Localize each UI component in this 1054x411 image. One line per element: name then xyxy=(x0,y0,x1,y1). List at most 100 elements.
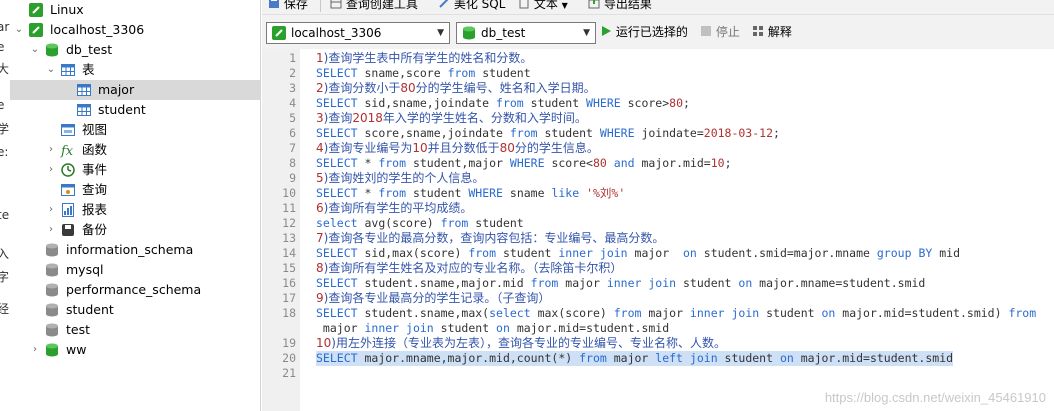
sidebar-item-label: mysql xyxy=(66,262,104,277)
sidebar-item-label: performance_schema xyxy=(66,282,202,297)
sidebar-item-performance_schema[interactable]: performance_schema xyxy=(10,280,260,300)
database-icon xyxy=(44,302,60,318)
report-icon xyxy=(60,202,76,218)
line-number: 18 xyxy=(282,306,296,320)
chevron-down-icon[interactable]: ⌄ xyxy=(46,60,56,80)
sql-code-line[interactable]: SELECT * from student,major WHERE score<… xyxy=(316,156,732,171)
save-button[interactable]: 保存 xyxy=(268,0,308,12)
database-value: db_test xyxy=(481,26,526,40)
beautify-sql-button[interactable]: 美化 SQL xyxy=(438,0,505,12)
explain-label: 解释 xyxy=(767,25,792,39)
svg-text:fx: fx xyxy=(60,144,74,158)
sql-code-line[interactable]: select avg(score) from student xyxy=(316,216,524,231)
database-icon xyxy=(44,342,60,358)
text-dropdown-button[interactable]: 文本 ▼ xyxy=(518,0,568,12)
sidebar-item-label: 查询 xyxy=(82,182,108,197)
database-icon xyxy=(463,26,475,40)
toolbar-separator xyxy=(320,0,321,12)
background-text-fragment: 大 xyxy=(0,62,10,76)
sidebar-item-student[interactable]: student xyxy=(10,100,260,120)
chevron-down-icon: ▼ xyxy=(583,28,590,38)
background-text-fragment: e xyxy=(0,98,5,112)
explain-button[interactable]: 解释 xyxy=(752,24,792,40)
chevron-right-icon[interactable]: › xyxy=(46,160,56,180)
chevron-down-icon[interactable]: ⌄ xyxy=(30,40,40,60)
table-icon xyxy=(76,82,92,98)
query-builder-button[interactable]: 查询创建工具 xyxy=(330,0,418,12)
event-icon xyxy=(60,162,76,178)
comment-line[interactable]: 6)查询所有学生的平均成绩。 xyxy=(316,201,472,216)
background-text-fragment: e: xyxy=(0,145,9,159)
sql-code-line[interactable]: SELECT sid,max(score) from student inner… xyxy=(316,246,960,261)
chevron-right-icon[interactable]: › xyxy=(46,220,56,240)
watermark: https://blog.csdn.net/weixin_45461910 xyxy=(824,390,1046,405)
sidebar-item-label: information_schema xyxy=(66,242,194,257)
text-icon xyxy=(519,0,529,9)
sidebar-item-student[interactable]: student xyxy=(10,300,260,320)
chevron-right-icon[interactable]: › xyxy=(46,200,56,220)
sql-code-line[interactable]: SELECT student.sname,max(select max(scor… xyxy=(316,306,1036,321)
sidebar-item-db_test[interactable]: ⌄ db_test xyxy=(10,40,260,60)
sidebar-item-label: db_test xyxy=(66,42,113,57)
export-icon xyxy=(588,0,600,9)
comment-line[interactable]: 4)查询专业编号为10并且分数低于80分的学生信息。 xyxy=(316,141,599,156)
line-number-gutter: 1 2 3 4 5 6 7 8 9 10 11 12 13 14 15 16 17 18 19 20 21 xyxy=(262,49,300,411)
sidebar-item-major[interactable]: major xyxy=(10,80,260,100)
sidebar-item-item11[interactable]: › 备份 xyxy=(10,220,260,240)
sidebar-item-label: 报表 xyxy=(82,202,108,217)
line-number: 2 xyxy=(289,66,296,80)
comment-line[interactable]: 3)查询2018年入学的学生姓名、分数和入学时间。 xyxy=(316,111,587,126)
line-number: 4 xyxy=(289,96,296,110)
text-label: 文本 xyxy=(533,0,558,11)
sql-code-line[interactable]: SELECT major.mname,major.mid,count(*) fr… xyxy=(316,351,954,366)
sql-code-line[interactable]: major inner join student on major.mid=st… xyxy=(316,321,669,336)
line-number xyxy=(262,321,296,336)
sql-code-line[interactable]: SELECT sname,score from student xyxy=(316,66,531,81)
comment-line[interactable]: 10)用左外连接（专业表为左表），查询各专业的专业编号、专业名称、人数。 xyxy=(316,336,726,351)
line-number: 21 xyxy=(282,366,296,380)
save-icon xyxy=(269,0,279,8)
connection-select[interactable]: localhost_3306 ▼ xyxy=(266,22,450,44)
sql-code-line[interactable]: SELECT sid,sname,joindate from student W… xyxy=(316,96,690,111)
stop-button[interactable]: 停止 xyxy=(700,24,740,40)
comment-line[interactable]: 5)查询姓刘的学生的个人信息。 xyxy=(316,171,484,186)
query-icon xyxy=(60,182,76,198)
chevron-down-icon[interactable]: ⌄ xyxy=(14,20,24,40)
comment-line[interactable]: 1)查询学生表中所有学生的姓名和分数。 xyxy=(316,51,532,66)
sidebar-item-mysql[interactable]: mysql xyxy=(10,260,260,280)
play-icon xyxy=(602,26,611,36)
sidebar-item-information_schema[interactable]: information_schema xyxy=(10,240,260,260)
sidebar-item-item10[interactable]: › 报表 xyxy=(10,200,260,220)
database-select[interactable]: db_test ▼ xyxy=(456,22,596,44)
save-label: 保存 xyxy=(283,0,308,11)
line-number: 7 xyxy=(289,141,296,155)
database-icon xyxy=(44,262,60,278)
sidebar-item-label: 表 xyxy=(82,62,95,77)
sql-editor[interactable]: 1 2 3 4 5 6 7 8 9 10 11 12 13 14 15 16 17 18 19 20 21 1)查询学生… xyxy=(262,49,1054,411)
sql-code-line[interactable]: SELECT * from student WHERE sname like '… xyxy=(316,186,625,201)
database-icon xyxy=(44,42,60,58)
sidebar-item-item9[interactable]: 查询 xyxy=(10,180,260,200)
sidebar-item-localhost_3306[interactable]: ⌄ localhost_3306 xyxy=(10,20,260,40)
export-results-button[interactable]: 导出结果 xyxy=(588,0,652,12)
sidebar-item-item6[interactable]: 视图 xyxy=(10,120,260,140)
line-number: 8 xyxy=(289,156,296,170)
run-selected-button[interactable]: 运行已选择的 xyxy=(600,24,688,40)
comment-line[interactable]: 9)查询各专业最高分的学生记录。（子查询） xyxy=(316,291,550,306)
chevron-right-icon[interactable]: › xyxy=(46,140,56,160)
sidebar-item-item8[interactable]: › 事件 xyxy=(10,160,260,180)
sidebar-item-test[interactable]: test xyxy=(10,320,260,340)
chevron-right-icon[interactable]: › xyxy=(30,340,40,360)
comment-line[interactable]: 7)查询各专业的最高分数，查询内容包括：专业编号、最高分数。 xyxy=(316,231,664,246)
sidebar-item-item7[interactable]: › fx 函数 xyxy=(10,140,260,160)
sidebar-item-Linux[interactable]: Linux xyxy=(10,0,260,20)
sql-code-line[interactable]: SELECT student.sname,major.mid from majo… xyxy=(316,276,925,291)
sidebar-item-item3[interactable]: ⌄ 表 xyxy=(10,60,260,80)
connection-value: localhost_3306 xyxy=(291,26,382,40)
table-icon xyxy=(76,102,92,118)
sidebar-item-ww[interactable]: › ww xyxy=(10,340,260,360)
comment-line[interactable]: 2)查询分数小于80分的学生编号、姓名和入学日期。 xyxy=(316,81,596,96)
sql-code-line[interactable]: SELECT score,sname,joindate from student… xyxy=(316,126,780,141)
database-icon xyxy=(44,282,60,298)
comment-line[interactable]: 8)查询所有学生姓名及对应的专业名称。（去除笛卡尔积） xyxy=(316,261,622,276)
